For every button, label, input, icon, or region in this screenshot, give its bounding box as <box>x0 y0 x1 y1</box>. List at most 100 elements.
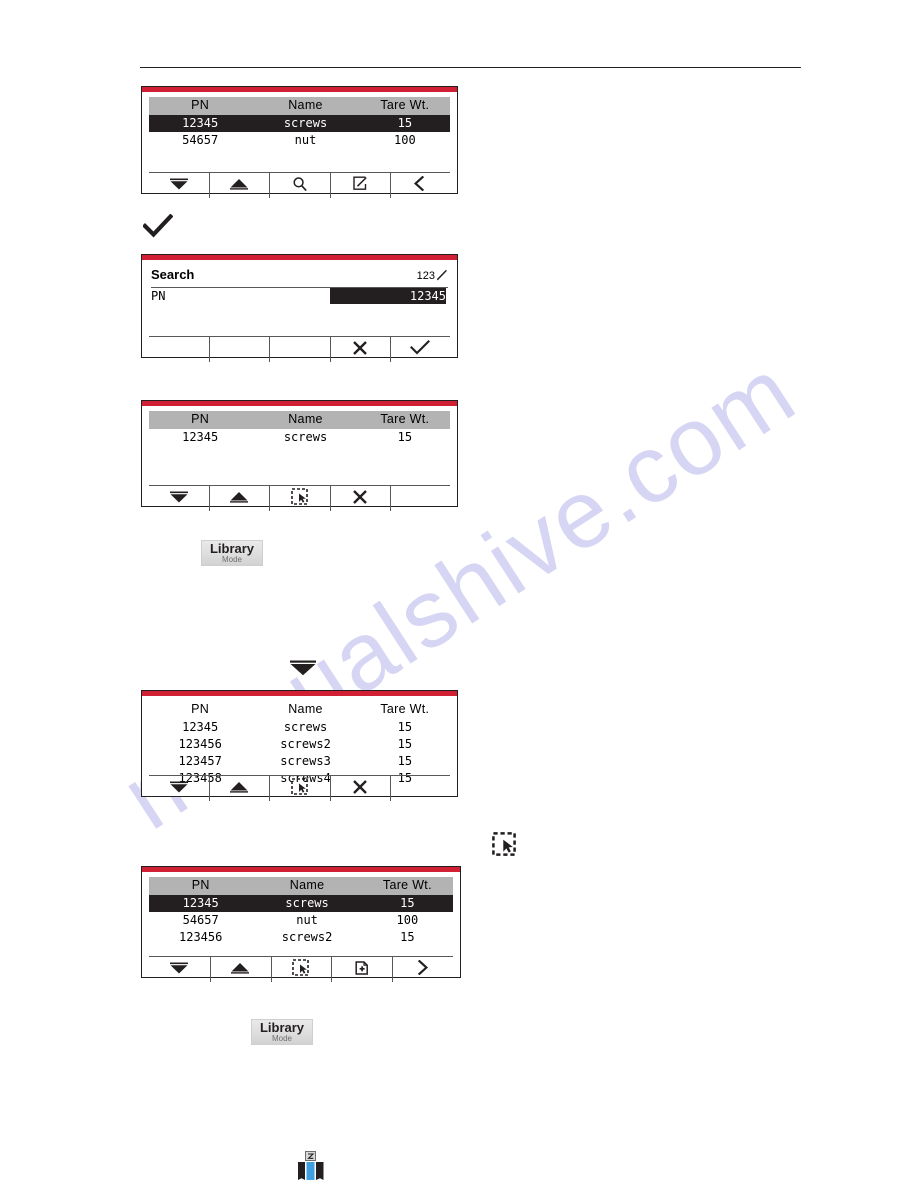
select-item-icon <box>291 778 308 795</box>
select-item-icon <box>292 959 310 976</box>
column-header-pn: PN <box>191 878 210 892</box>
softkey-down[interactable] <box>149 957 210 978</box>
cancel-x-icon <box>352 340 368 356</box>
column-header-pn: PN <box>191 412 210 426</box>
library-table-wrap: PN Name Tare Wt. 12345 screws 15 123456 … <box>142 697 457 787</box>
input-mode-indicator[interactable]: 123 <box>417 269 448 284</box>
cell-name: screws <box>283 429 328 444</box>
table-row[interactable]: 12345 screws 15 <box>149 114 450 132</box>
cell-pn: 12345 <box>182 115 219 130</box>
softkey-select[interactable] <box>269 485 329 511</box>
column-header-pn: PN <box>191 702 210 716</box>
softkey-bar <box>149 956 453 982</box>
softkey-empty-3 <box>269 336 329 362</box>
softkey-accept[interactable] <box>389 336 450 362</box>
table-row[interactable]: 54657 nut 100 <box>149 132 450 149</box>
lcd-screen: PN Name Tare Wt. 12345 screws 15 123456 … <box>142 697 457 801</box>
softkey-empty-2 <box>209 336 269 362</box>
library-table-wrap: PN Name Tare Wt. 12345 screws 15 <box>142 407 457 446</box>
column-header-tare: Tare Wt. <box>380 412 430 426</box>
cell-tare: 15 <box>400 895 415 910</box>
softkey-bar <box>149 485 450 511</box>
softkey-up[interactable] <box>209 485 269 511</box>
cell-tare: 15 <box>397 736 413 751</box>
library-table-body: 12345 screws 15 54657 nut 100 <box>149 114 450 149</box>
add-item-icon <box>353 960 370 976</box>
cell-pn: 54657 <box>182 132 219 147</box>
library-mode-key-sublabel: Mode <box>221 555 242 564</box>
library-table: PN Name Tare Wt. 12345 screws 15 <box>149 411 450 446</box>
cell-name: screws2 <box>280 736 331 751</box>
softkey-down[interactable] <box>149 173 209 194</box>
header-divider <box>140 67 801 68</box>
library-mode-key[interactable]: Library Mode <box>201 540 263 566</box>
softkey-back[interactable] <box>389 172 450 198</box>
search-field-row[interactable]: PN 12345 <box>151 286 448 304</box>
check-icon <box>142 213 174 243</box>
softkey-bar <box>149 336 450 362</box>
cell-pn: 54657 <box>182 912 219 927</box>
up-arrow-icon <box>229 781 249 793</box>
column-header-tare: Tare Wt. <box>380 98 430 112</box>
softkey-edit[interactable] <box>329 172 390 198</box>
table-row[interactable]: 54657 nut 100 <box>149 912 453 929</box>
softkey-select[interactable] <box>270 956 332 982</box>
softkey-up[interactable] <box>209 956 271 982</box>
softkey-select[interactable] <box>269 775 329 801</box>
softkey-cancel[interactable] <box>329 485 390 511</box>
softkey-bar <box>149 172 450 198</box>
step-confirm-checkmark <box>140 212 176 244</box>
cell-tare: 100 <box>394 132 416 147</box>
column-header-pn: PN <box>191 98 210 112</box>
lcd-panel-library-list-three-items: PN Name Tare Wt. 12345 screws 15 54657 n… <box>141 866 461 982</box>
library-table-wrap: PN Name Tare Wt. 12345 screws 15 54657 n… <box>142 873 460 946</box>
softkey-add[interactable] <box>331 956 392 982</box>
cell-pn: 12345 <box>182 429 219 444</box>
library-table-head: PN Name Tare Wt. <box>149 97 450 115</box>
cancel-x-icon <box>352 489 368 505</box>
library-table: PN Name Tare Wt. 12345 screws 15 54657 n… <box>149 97 450 149</box>
library-table-head: PN Name Tare Wt. <box>149 411 450 429</box>
lcd-panel-search: Search 123 PN 12345 <box>141 254 458 362</box>
cell-tare: 15 <box>397 115 413 130</box>
column-header-name: Name <box>288 702 323 716</box>
library-mode-key[interactable]: Library Mode <box>251 1019 313 1045</box>
cell-name: screws <box>283 719 328 734</box>
search-icon <box>292 176 308 192</box>
softkey-up[interactable] <box>209 172 269 198</box>
table-row[interactable]: 12345 screws 15 <box>149 429 450 446</box>
cell-name: nut <box>296 912 318 927</box>
table-header-row: PN Name Tare Wt. <box>149 701 450 719</box>
library-table-body: 12345 screws 15 54657 nut 100 123456 scr… <box>149 894 453 946</box>
down-arrow-icon <box>289 660 317 681</box>
softkey-search[interactable] <box>269 172 329 198</box>
library-mode-key-label: Library <box>259 1020 305 1035</box>
library-table: PN Name Tare Wt. 12345 screws 15 54657 n… <box>149 877 453 946</box>
column-header-name: Name <box>288 412 323 426</box>
softkey-down[interactable] <box>149 486 209 507</box>
table-row[interactable]: 123456 screws2 15 <box>149 929 453 946</box>
search-title: Search <box>151 267 195 282</box>
table-row[interactable]: 123457 screws3 15 <box>149 753 450 770</box>
softkey-cancel[interactable] <box>329 775 390 801</box>
lcd-screen: Search 123 PN 12345 <box>142 261 457 362</box>
library-mode-key-sublabel: Mode <box>271 1034 292 1043</box>
cell-pn: 123456 <box>178 736 222 751</box>
column-header-name: Name <box>288 98 323 112</box>
table-row[interactable]: 123456 screws2 15 <box>149 736 450 753</box>
softkey-down[interactable] <box>149 776 209 797</box>
cancel-x-icon <box>352 779 368 795</box>
cell-name: screws <box>283 115 328 130</box>
softkey-up[interactable] <box>209 775 269 801</box>
library-mode-key-label: Library <box>209 541 255 556</box>
lcd-panel-library-list-two-items: PN Name Tare Wt. 12345 screws 15 54657 n… <box>141 86 458 198</box>
cell-name: screws2 <box>281 929 333 944</box>
search-header-row: Search 123 <box>151 267 448 284</box>
softkey-cancel[interactable] <box>329 336 390 362</box>
softkey-next[interactable] <box>392 956 453 982</box>
search-input[interactable]: 12345 <box>330 287 448 304</box>
cell-tare: 15 <box>397 753 413 768</box>
table-row[interactable]: 12345 screws 15 <box>149 719 450 736</box>
search-field-label: PN <box>151 288 166 303</box>
table-row[interactable]: 12345 screws 15 <box>149 894 453 912</box>
